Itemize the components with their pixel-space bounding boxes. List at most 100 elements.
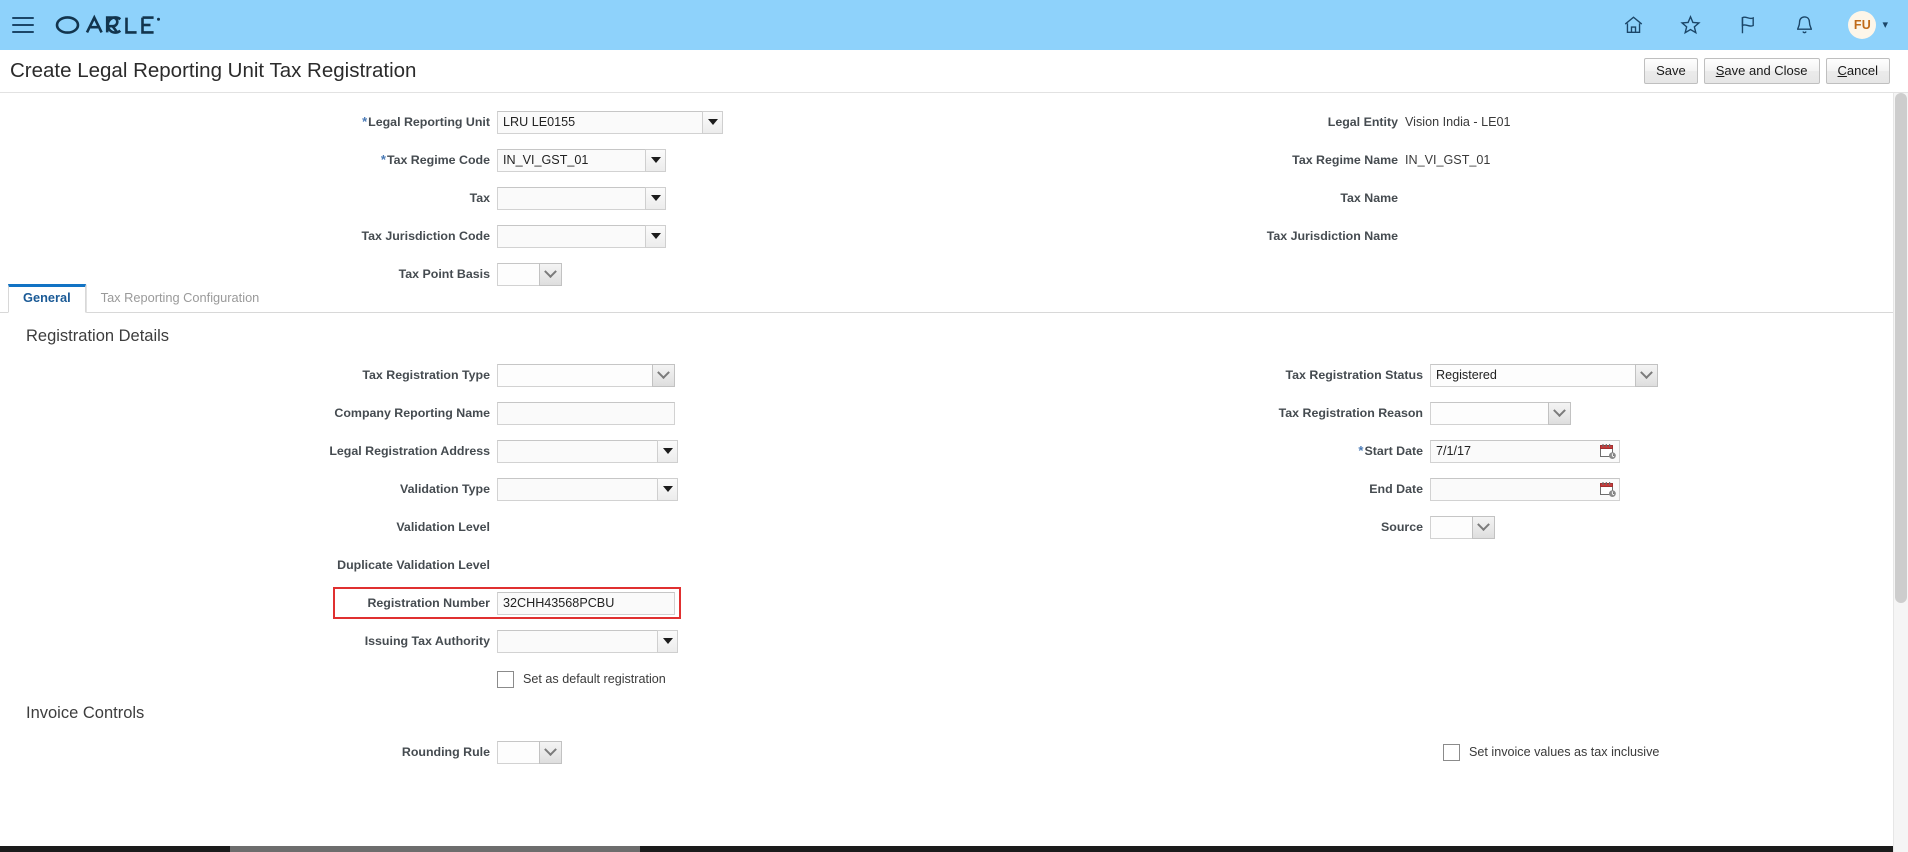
tax-dropdown-icon[interactable] — [645, 186, 666, 210]
vertical-scrollbar[interactable] — [1893, 93, 1908, 852]
tax-registration-reason-label: Tax Registration Reason — [1278, 406, 1423, 420]
tax-regime-name-value: IN_VI_GST_01 — [1405, 153, 1491, 167]
registration-details-right-column: Tax Registration Status Registered Tax R… — [1030, 356, 1658, 546]
page-action-buttons: Save Save and Close Cancel — [1644, 58, 1890, 84]
rounding-rule-select[interactable] — [497, 740, 562, 764]
validation-type-lov[interactable] — [497, 477, 678, 501]
tax-jurisdiction-code-dropdown-icon[interactable] — [645, 224, 666, 248]
calendar-icon[interactable] — [1600, 443, 1616, 460]
general-tab-panel: Registration Details Tax Registration Ty… — [0, 313, 1893, 793]
set-as-default-registration-checkbox[interactable] — [497, 670, 514, 688]
validation-type-input[interactable] — [497, 477, 657, 501]
tax-registration-status-input[interactable]: Registered — [1430, 363, 1635, 387]
field-row-tax-registration-status: Tax Registration Status Registered — [1030, 356, 1658, 394]
cancel-button[interactable]: Cancel — [1825, 58, 1890, 84]
tax-jurisdiction-code-lov[interactable] — [497, 224, 666, 248]
global-icon-group: FU ▾ — [1620, 11, 1894, 39]
user-avatar-menu[interactable]: FU ▾ — [1848, 11, 1888, 39]
invoice-controls-columns: Rounding Rule Set invoice values as tax … — [0, 733, 1893, 793]
company-reporting-name-input[interactable] — [497, 401, 675, 425]
header-left-column: *Legal Reporting Unit LRU LE0155 *Tax Re… — [0, 103, 723, 293]
start-date-field[interactable]: 7/1/17 — [1430, 439, 1620, 463]
tax-registration-reason-select[interactable] — [1430, 401, 1571, 425]
chevron-down-icon: ▾ — [1882, 18, 1888, 31]
registration-details-left-column: Tax Registration Type Company Reporting … — [0, 356, 681, 698]
field-row-registration-number: Registration Number 32CHH43568PCBU — [0, 584, 681, 622]
invoice-controls-heading: Invoice Controls — [26, 704, 145, 722]
legal-registration-address-dropdown-icon[interactable] — [657, 439, 678, 463]
issuing-tax-authority-dropdown-icon[interactable] — [657, 629, 678, 653]
end-date-field[interactable] — [1430, 477, 1620, 501]
start-date-input[interactable]: 7/1/17 — [1430, 439, 1620, 463]
field-row-end-date: End Date — [1030, 470, 1658, 508]
calendar-icon[interactable] — [1600, 481, 1616, 498]
tax-registration-type-select[interactable] — [497, 363, 675, 387]
horizontal-scrollbar[interactable] — [0, 846, 1893, 852]
save-and-close-button[interactable]: Save and Close — [1703, 58, 1820, 84]
legal-registration-address-lov[interactable] — [497, 439, 678, 463]
set-invoice-values-as-tax-inclusive-label: Set invoice values as tax inclusive — [1469, 745, 1660, 759]
legal-reporting-unit-label: *Legal Reporting Unit — [362, 114, 490, 129]
validation-level-label: Validation Level — [396, 520, 490, 534]
end-date-input[interactable] — [1430, 477, 1620, 501]
vertical-scrollbar-thumb[interactable] — [1895, 93, 1907, 603]
oracle-logo — [54, 12, 166, 38]
flag-icon[interactable] — [1734, 12, 1760, 38]
field-row-tax-regime-name: Tax Regime Name IN_VI_GST_01 — [1030, 141, 1511, 179]
validation-type-label: Validation Type — [400, 482, 490, 496]
notifications-bell-icon[interactable] — [1791, 12, 1817, 38]
tax-registration-status-chevron-down-icon[interactable] — [1635, 363, 1658, 387]
legal-registration-address-label: Legal Registration Address — [329, 444, 490, 458]
source-input[interactable] — [1430, 515, 1472, 539]
registration-number-label: Registration Number — [367, 596, 490, 610]
tax-regime-code-dropdown-icon[interactable] — [645, 148, 666, 172]
tax-registration-type-chevron-down-icon[interactable] — [652, 363, 675, 387]
tax-registration-type-label: Tax Registration Type — [362, 368, 490, 382]
legal-reporting-unit-lov[interactable]: LRU LE0155 — [497, 110, 723, 134]
source-chevron-down-icon[interactable] — [1472, 515, 1495, 539]
set-as-default-registration-label: Set as default registration — [523, 672, 666, 686]
required-asterisk: * — [1358, 443, 1364, 458]
source-label: Source — [1380, 520, 1423, 534]
validation-type-dropdown-icon[interactable] — [657, 477, 678, 501]
horizontal-scrollbar-thumb[interactable] — [230, 846, 640, 852]
set-invoice-values-as-tax-inclusive-checkbox[interactable] — [1443, 743, 1460, 761]
hamburger-menu-icon[interactable] — [10, 15, 36, 35]
source-select[interactable] — [1430, 515, 1495, 539]
tax-jurisdiction-name-label: Tax Jurisdiction Name — [1266, 229, 1398, 243]
rounding-rule-chevron-down-icon[interactable] — [539, 740, 562, 764]
end-date-label: End Date — [1369, 482, 1423, 496]
field-row-issuing-tax-authority: Issuing Tax Authority — [0, 622, 678, 660]
company-reporting-name-label: Company Reporting Name — [334, 406, 490, 420]
rounding-rule-input[interactable] — [497, 740, 539, 764]
issuing-tax-authority-lov[interactable] — [497, 629, 678, 653]
home-icon[interactable] — [1620, 12, 1646, 38]
invoice-controls-left-column: Rounding Rule — [0, 733, 562, 771]
field-row-start-date: *Start Date 7/1/17 — [1030, 432, 1658, 470]
tax-regime-code-lov[interactable]: IN_VI_GST_01 — [497, 148, 666, 172]
tax-regime-code-input[interactable]: IN_VI_GST_01 — [497, 148, 645, 172]
tax-registration-reason-input[interactable] — [1430, 401, 1548, 425]
legal-registration-address-input[interactable] — [497, 439, 657, 463]
tab-tax-reporting-configuration[interactable]: Tax Reporting Configuration — [85, 284, 275, 313]
tax-jurisdiction-code-input[interactable] — [497, 224, 645, 248]
field-row-tax-name: Tax Name — [1030, 179, 1511, 217]
field-row-rounding-rule: Rounding Rule — [0, 733, 562, 771]
tax-input[interactable] — [497, 186, 645, 210]
duplicate-validation-level-label: Duplicate Validation Level — [337, 558, 490, 572]
issuing-tax-authority-input[interactable] — [497, 629, 657, 653]
tab-general[interactable]: General — [8, 284, 86, 313]
field-row-duplicate-validation-level: Duplicate Validation Level — [0, 546, 678, 584]
tax-registration-status-select[interactable]: Registered — [1430, 363, 1658, 387]
field-row-validation-level: Validation Level — [0, 508, 678, 546]
tax-lov[interactable] — [497, 186, 666, 210]
registration-number-input[interactable]: 32CHH43568PCBU — [497, 591, 675, 615]
required-asterisk: * — [362, 114, 368, 129]
tax-registration-reason-chevron-down-icon[interactable] — [1548, 401, 1571, 425]
legal-reporting-unit-dropdown-icon[interactable] — [702, 110, 723, 134]
tax-registration-type-input[interactable] — [497, 363, 652, 387]
legal-reporting-unit-input[interactable]: LRU LE0155 — [497, 110, 702, 134]
favorites-star-icon[interactable] — [1677, 12, 1703, 38]
save-button[interactable]: Save — [1644, 58, 1698, 84]
legal-entity-value: Vision India - LE01 — [1405, 115, 1511, 129]
